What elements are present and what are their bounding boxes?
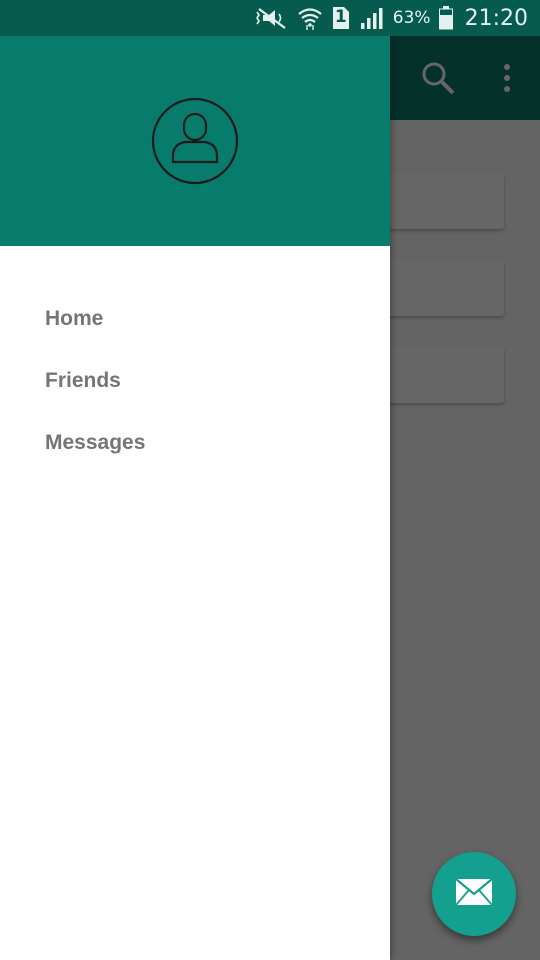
sim-label: 1 bbox=[334, 7, 347, 27]
wifi-icon bbox=[297, 5, 323, 31]
menu-item-home[interactable]: Home bbox=[0, 288, 390, 350]
mute-icon bbox=[253, 6, 289, 30]
drawer-header bbox=[0, 36, 390, 246]
user-icon[interactable] bbox=[151, 97, 239, 185]
status-bar: 1 63% 21:20 bbox=[0, 0, 540, 36]
clock: 21:20 bbox=[464, 5, 528, 31]
menu-item-messages[interactable]: Messages bbox=[0, 412, 390, 474]
signal-icon bbox=[359, 6, 385, 30]
navigation-drawer: Home Friends Messages bbox=[0, 36, 390, 960]
sim-1-icon: 1 bbox=[331, 6, 351, 30]
battery-icon bbox=[438, 6, 453, 30]
compose-message-button[interactable] bbox=[432, 852, 516, 936]
drawer-menu: Home Friends Messages bbox=[0, 246, 390, 474]
menu-item-friends[interactable]: Friends bbox=[0, 350, 390, 412]
mail-icon bbox=[455, 877, 493, 911]
battery-percent: 63% bbox=[392, 8, 431, 28]
